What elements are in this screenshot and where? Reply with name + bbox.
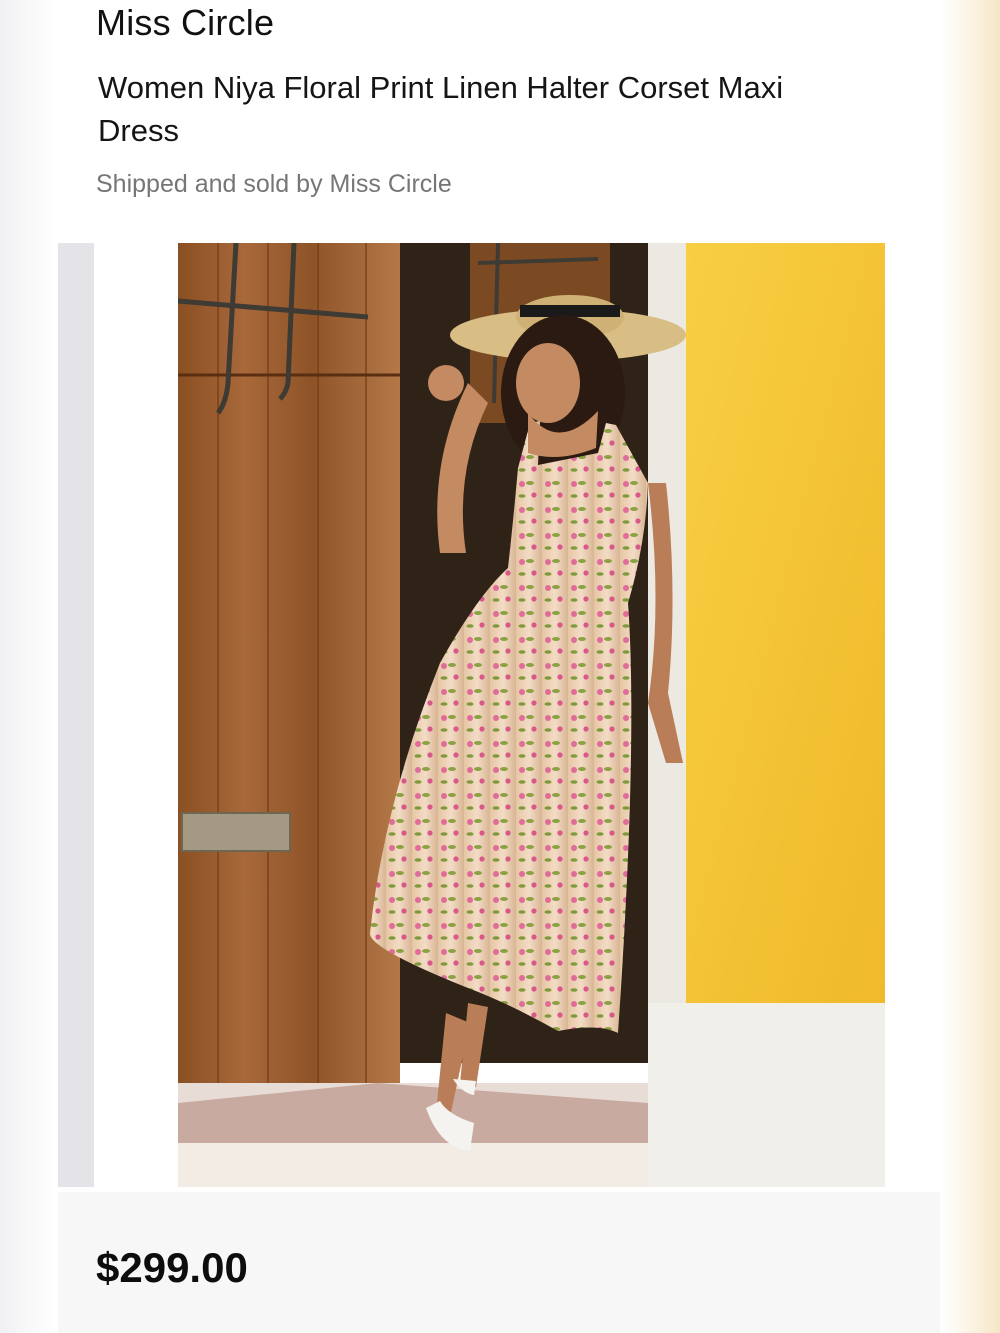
product-title: Women Niya Floral Print Linen Halter Cor… bbox=[98, 70, 784, 148]
shipping-note: Shipped and sold by Miss Circle bbox=[96, 170, 452, 198]
product-price: $299.00 bbox=[96, 1244, 248, 1291]
seller-name[interactable]: Miss Circle bbox=[96, 2, 274, 44]
product-image[interactable] bbox=[178, 243, 885, 1187]
price-bar: $299.00 bbox=[58, 1192, 940, 1333]
image-gallery[interactable] bbox=[58, 243, 940, 1187]
previous-image-peek[interactable] bbox=[58, 243, 94, 1187]
product-card: Miss Circle Women Niya Floral Print Line… bbox=[58, 0, 940, 1333]
